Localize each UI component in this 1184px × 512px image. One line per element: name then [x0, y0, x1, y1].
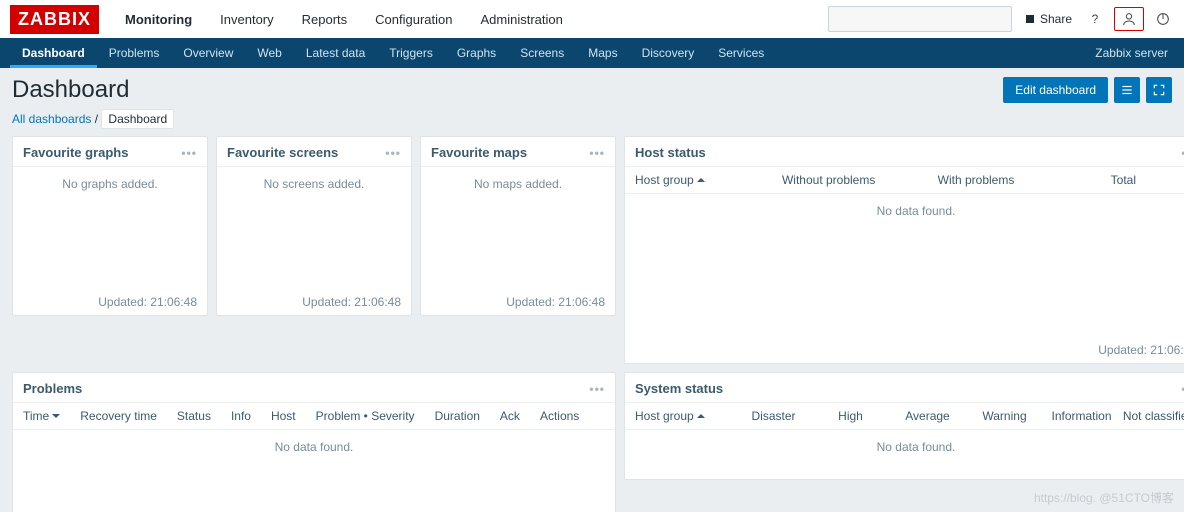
subnav-overview[interactable]: Overview [171, 38, 245, 68]
widget-title: Favourite screens [227, 145, 338, 160]
help-icon[interactable]: ? [1084, 8, 1106, 30]
widget-title: Favourite graphs [23, 145, 128, 160]
search-input[interactable] [835, 11, 1005, 27]
widget-fav-screens: Favourite screens ••• No screens added. U… [216, 136, 412, 316]
subnav-triggers[interactable]: Triggers [377, 38, 445, 68]
power-icon[interactable] [1152, 8, 1174, 30]
widget-title: Host status [635, 145, 706, 160]
widget-host-status: Host status••• Host group Without proble… [624, 136, 1184, 364]
topnav-configuration[interactable]: Configuration [361, 0, 466, 38]
widget-menu-icon[interactable]: ••• [385, 146, 401, 160]
widget-updated: Updated: 21:06:48 [421, 289, 615, 315]
col-high[interactable]: High [812, 409, 889, 423]
col-notclassified[interactable]: Not classified [1120, 409, 1184, 423]
col-with-problems[interactable]: With problems [902, 173, 1049, 187]
topnav-inventory[interactable]: Inventory [206, 0, 287, 38]
col-host[interactable]: Host [271, 409, 296, 423]
widget-fav-graphs: Favourite graphs ••• No graphs added. Upd… [12, 136, 208, 316]
widget-updated: Updated: 21:06:48 [217, 289, 411, 315]
col-warning[interactable]: Warning [966, 409, 1043, 423]
brand-logo[interactable]: ZABBIX [10, 5, 99, 34]
widget-system-status: System status••• Host group Disaster Hig… [624, 372, 1184, 480]
top-nav: Monitoring Inventory Reports Configurati… [111, 0, 577, 38]
col-without-problems[interactable]: Without problems [755, 173, 902, 187]
subnav-web[interactable]: Web [245, 38, 293, 68]
subnav-screens[interactable]: Screens [508, 38, 576, 68]
widget-fav-maps: Favourite maps ••• No maps added. Updated… [420, 136, 616, 316]
col-total[interactable]: Total [1050, 173, 1184, 187]
server-label[interactable]: Zabbix server [1095, 46, 1174, 60]
topnav-administration[interactable]: Administration [467, 0, 577, 38]
col-information[interactable]: Information [1043, 409, 1120, 423]
topnav-monitoring[interactable]: Monitoring [111, 0, 206, 38]
col-actions[interactable]: Actions [540, 409, 579, 423]
watermark: https://blog. @51CTO博客 [1034, 489, 1174, 506]
widget-problems: Problems ••• Time Recovery time Status In… [12, 372, 616, 512]
col-host-group[interactable]: Host group [635, 409, 735, 423]
list-button[interactable] [1114, 77, 1140, 103]
widget-nodata: No data found. [625, 430, 1184, 464]
subnav-dashboard[interactable]: Dashboard [10, 38, 97, 68]
widget-nodata: No data found. [13, 430, 615, 464]
widget-empty: No maps added. [421, 167, 615, 289]
widget-menu-icon[interactable]: ••• [589, 382, 605, 396]
breadcrumb-root[interactable]: All dashboards [12, 112, 91, 126]
share-button[interactable]: Share [1020, 12, 1076, 26]
edit-dashboard-button[interactable]: Edit dashboard [1003, 77, 1108, 103]
col-ack[interactable]: Ack [500, 409, 520, 423]
widget-title: Problems [23, 381, 82, 396]
subnav-graphs[interactable]: Graphs [445, 38, 508, 68]
col-average[interactable]: Average [889, 409, 966, 423]
col-disaster[interactable]: Disaster [735, 409, 812, 423]
col-info[interactable]: Info [231, 409, 251, 423]
widget-menu-icon[interactable]: ••• [589, 146, 605, 160]
page-title: Dashboard [12, 76, 129, 104]
fullscreen-button[interactable] [1146, 77, 1172, 103]
col-problem[interactable]: Problem • Severity [316, 409, 415, 423]
breadcrumb-current[interactable]: Dashboard [101, 109, 174, 129]
subnav-discovery[interactable]: Discovery [630, 38, 707, 68]
col-recovery[interactable]: Recovery time [80, 409, 157, 423]
col-host-group[interactable]: Host group [635, 173, 755, 187]
user-icon[interactable] [1114, 7, 1144, 31]
widget-title: Favourite maps [431, 145, 527, 160]
breadcrumb: All dashboards / Dashboard [0, 112, 1184, 136]
widget-title: System status [635, 381, 723, 396]
col-time[interactable]: Time [23, 409, 60, 423]
widget-updated: Updated: 21:06:49 [625, 337, 1184, 363]
topnav-reports[interactable]: Reports [288, 0, 362, 38]
search-box[interactable] [828, 6, 1012, 32]
widget-empty: No screens added. [217, 167, 411, 289]
subnav-services[interactable]: Services [706, 38, 776, 68]
share-label: Share [1040, 12, 1072, 26]
col-status[interactable]: Status [177, 409, 211, 423]
widget-updated: Updated: 21:06:48 [13, 289, 207, 315]
subnav-latest-data[interactable]: Latest data [294, 38, 377, 68]
subnav-maps[interactable]: Maps [576, 38, 629, 68]
widget-menu-icon[interactable]: ••• [181, 146, 197, 160]
col-duration[interactable]: Duration [435, 409, 480, 423]
widget-empty: No graphs added. [13, 167, 207, 289]
svg-text:?: ? [1092, 12, 1099, 26]
widget-nodata: No data found. [625, 194, 1184, 228]
